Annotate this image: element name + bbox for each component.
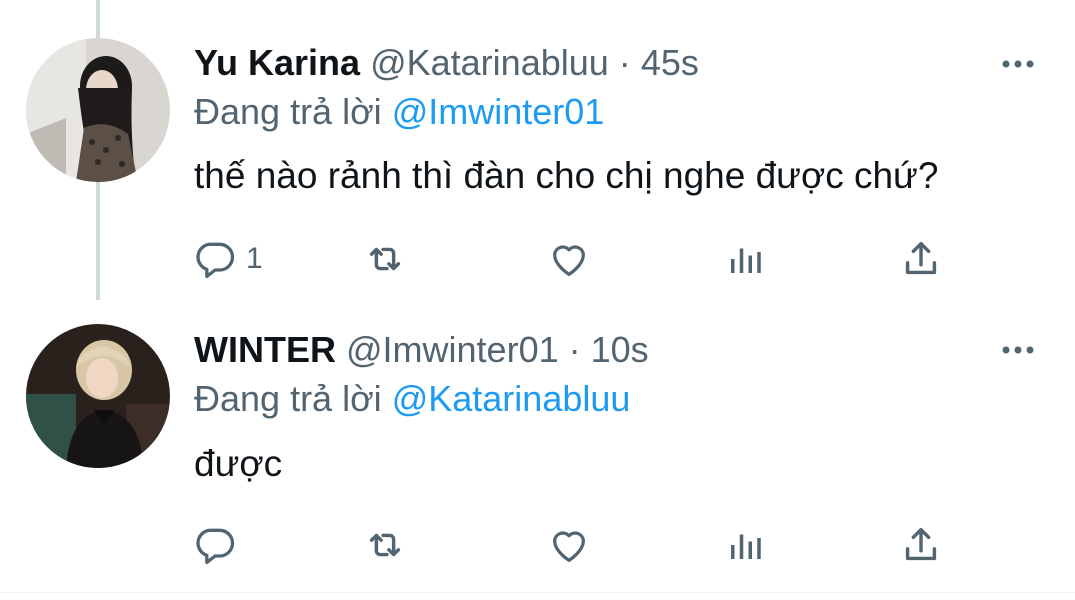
- more-icon[interactable]: [998, 54, 1038, 74]
- analytics-icon: [731, 534, 761, 559]
- tweet-header: WINTER @Imwinter01 · 10s: [194, 329, 649, 371]
- heart-icon: [552, 245, 586, 276]
- share-icon: [905, 527, 937, 561]
- divider: [0, 592, 1075, 593]
- avatar-image: [26, 38, 170, 182]
- user-handle[interactable]: @Imwinter01: [346, 329, 559, 370]
- replying-to-label: Đang trả lời: [194, 378, 382, 419]
- retweet-button[interactable]: [362, 520, 408, 570]
- separator-dot: ·: [568, 329, 581, 370]
- like-button[interactable]: [546, 234, 592, 284]
- timestamp[interactable]: 45s: [641, 42, 699, 83]
- reply-button[interactable]: [194, 520, 246, 570]
- reply-icon: [196, 528, 235, 565]
- avatar[interactable]: [26, 324, 170, 468]
- tweet[interactable]: Yu Karina @Katarinabluu · 45s Đang trả l…: [0, 0, 1075, 300]
- analytics-button[interactable]: [724, 234, 766, 284]
- mention-link[interactable]: @Katarinabluu: [392, 378, 631, 419]
- tweet-actions: 1: [0, 234, 1075, 284]
- tweet-text: thế nào rảnh thì đàn cho chị nghe được c…: [194, 155, 939, 196]
- avatar[interactable]: [26, 38, 170, 182]
- share-button[interactable]: [898, 520, 944, 570]
- analytics-icon: [731, 248, 761, 273]
- timestamp[interactable]: 10s: [591, 329, 649, 370]
- avatar-image: [26, 324, 170, 468]
- display-name[interactable]: WINTER: [194, 329, 336, 370]
- reply-count: 1: [246, 242, 263, 275]
- share-button[interactable]: [898, 234, 944, 284]
- share-icon: [905, 241, 937, 275]
- retweet-icon: [369, 533, 401, 557]
- display-name[interactable]: Yu Karina: [194, 42, 360, 83]
- tweet-header: Yu Karina @Katarinabluu · 45s: [194, 42, 699, 84]
- separator-dot: ·: [618, 42, 631, 83]
- reply-icon: [196, 242, 235, 279]
- replying-to: Đang trả lời @Imwinter01: [194, 91, 604, 133]
- tweet[interactable]: WINTER @Imwinter01 · 10s Đang trả lời @K…: [0, 300, 1075, 592]
- tweet-actions: [0, 520, 1075, 570]
- reply-button[interactable]: 1: [194, 234, 263, 284]
- replying-to: Đang trả lời @Katarinabluu: [194, 378, 630, 420]
- mention-link[interactable]: @Imwinter01: [392, 91, 605, 132]
- like-button[interactable]: [546, 520, 592, 570]
- more-icon[interactable]: [998, 340, 1038, 360]
- tweet-text: được: [194, 443, 283, 484]
- heart-icon: [552, 531, 586, 562]
- analytics-button[interactable]: [724, 520, 766, 570]
- user-handle[interactable]: @Katarinabluu: [370, 42, 609, 83]
- replying-to-label: Đang trả lời: [194, 91, 382, 132]
- retweet-icon: [369, 247, 401, 271]
- retweet-button[interactable]: [362, 234, 408, 284]
